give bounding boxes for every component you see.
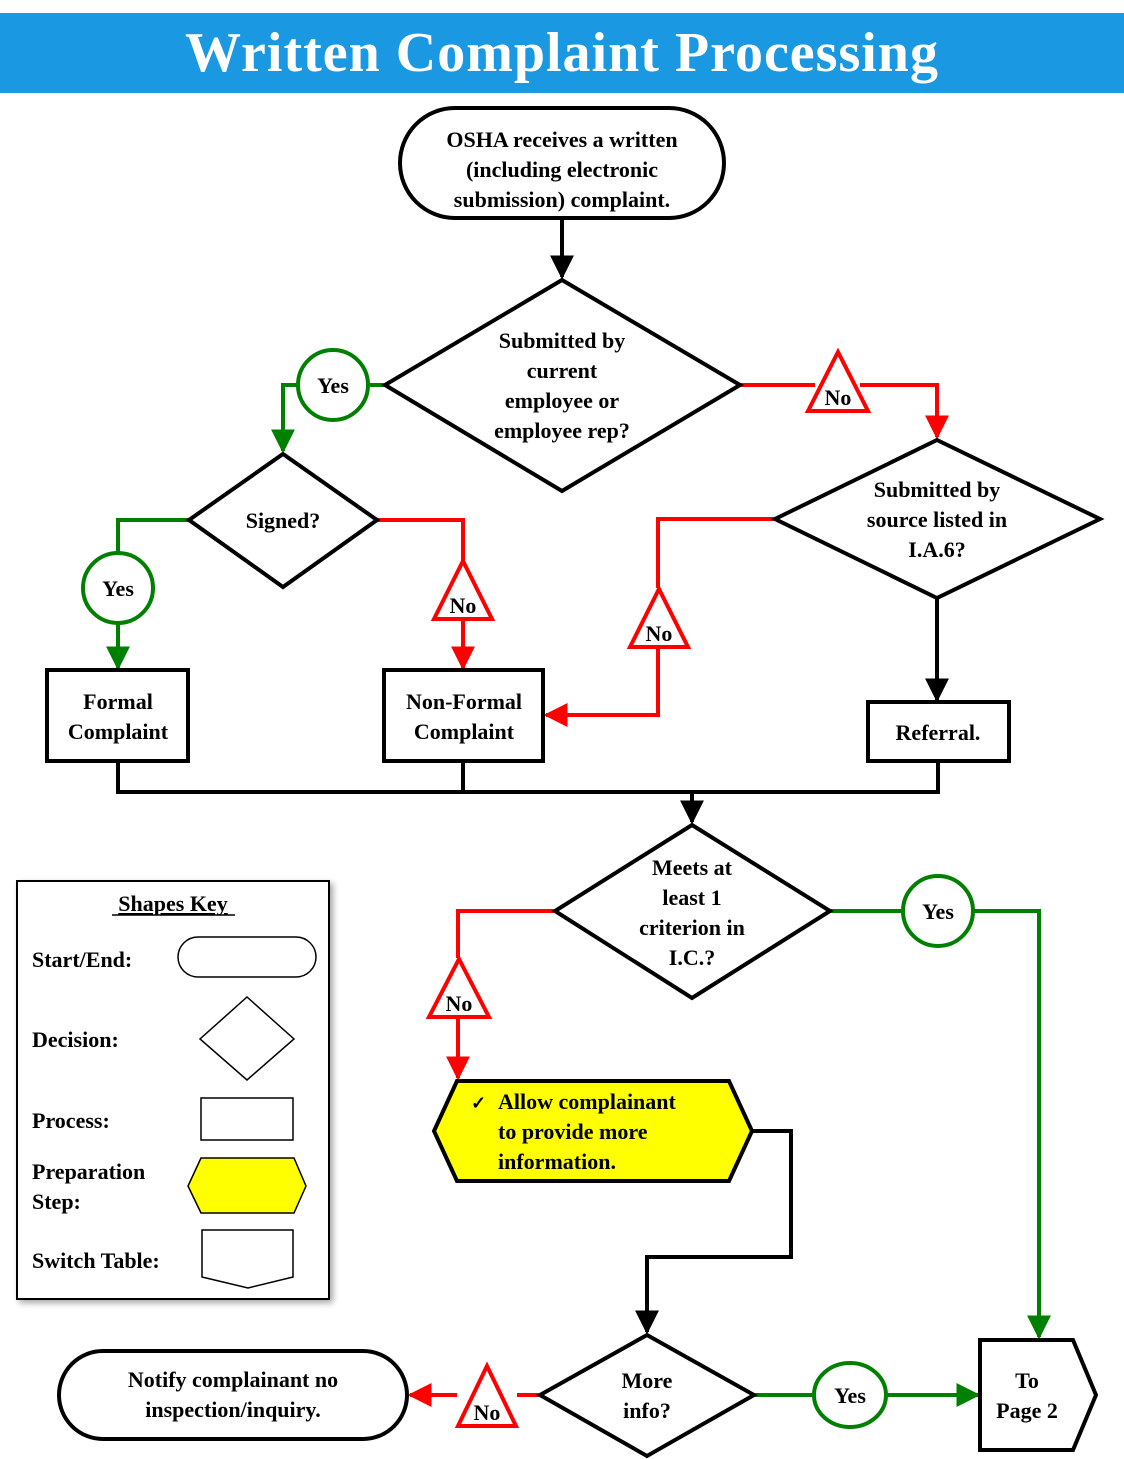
key-item-preparation: Preparation Step: xyxy=(32,1157,307,1214)
key-item-process: Process: xyxy=(32,1097,294,1141)
svg-text:Referral.: Referral. xyxy=(896,720,981,745)
svg-text:No: No xyxy=(446,991,473,1016)
edge-merge-bus xyxy=(116,761,940,794)
decision-signed: Signed? xyxy=(185,451,381,590)
shapes-key: Shapes Key Start/End: Decision: Process:… xyxy=(16,880,330,1300)
svg-text:Start/End:: Start/End: xyxy=(32,947,132,972)
decision-source: Submitted by source listed in I.A.6? xyxy=(770,437,1105,601)
no-label-source: No xyxy=(626,584,692,649)
svg-text:Yes: Yes xyxy=(102,576,134,601)
svg-text:OSHA receives a written(includ: OSHA receives a written (including electr… xyxy=(446,127,677,212)
svg-text:Yes: Yes xyxy=(317,373,349,398)
svg-text:Yes: Yes xyxy=(834,1383,866,1408)
svg-text:No: No xyxy=(450,593,477,618)
no-label-employee: No xyxy=(804,347,872,413)
checkmark-icon: ✓ xyxy=(471,1093,486,1113)
process-shape-icon xyxy=(200,1097,294,1141)
shapes-key-title: Shapes Key xyxy=(118,891,227,916)
key-item-decision: Decision: xyxy=(32,995,296,1081)
decision-more-info: More info? xyxy=(535,1332,759,1459)
process-nonformal: Non-Formal Complaint xyxy=(382,668,545,763)
switch-table-shape-icon xyxy=(201,1229,294,1289)
start-end-shape-icon xyxy=(177,936,317,978)
preparation-shape-icon xyxy=(187,1157,307,1214)
svg-text:No: No xyxy=(474,1400,501,1425)
edge-criterion-yes-to-page2 xyxy=(830,909,1039,1337)
key-item-start-end: Start/End: xyxy=(32,936,317,978)
yes-label-signed: Yes xyxy=(81,551,155,625)
start-node: OSHA receives a written (including electr… xyxy=(398,106,726,220)
yes-label-moreinfo: Yes xyxy=(812,1361,888,1429)
process-referral: Referral. xyxy=(866,700,1011,763)
end-notify: Notify complainant no inspection/inquiry. xyxy=(57,1349,409,1441)
svg-text:Process:: Process: xyxy=(32,1108,110,1133)
decision-employee: Submitted by current employee or employee r… xyxy=(381,277,744,494)
no-label-moreinfo: No xyxy=(454,1361,520,1428)
svg-text:Yes: Yes xyxy=(922,899,954,924)
decision-criterion: Meets at least 1 criterion in I.C.? xyxy=(551,822,834,1001)
decision-shape-icon xyxy=(198,995,296,1081)
process-formal: Formal Complaint xyxy=(45,668,190,763)
svg-text:No: No xyxy=(825,385,852,410)
key-item-switch-table: Switch Table: xyxy=(32,1229,294,1289)
svg-text:No: No xyxy=(646,621,673,646)
switch-to-page-2[interactable]: To Page 2 xyxy=(978,1338,1099,1452)
yes-label-employee: Yes xyxy=(296,348,370,422)
svg-text:Signed?: Signed? xyxy=(246,508,321,533)
yes-label-criterion: Yes xyxy=(901,874,975,948)
no-label-signed: No xyxy=(430,556,496,621)
preparation-allow-more-info: ✓ Allow complainant to provide more informa… xyxy=(431,1079,755,1183)
no-label-criterion: No xyxy=(425,954,493,1019)
svg-text:Switch Table:: Switch Table: xyxy=(32,1248,160,1273)
svg-text:Decision:: Decision: xyxy=(32,1027,119,1052)
svg-text:PreparationStep:: Preparation Step: xyxy=(32,1159,145,1214)
